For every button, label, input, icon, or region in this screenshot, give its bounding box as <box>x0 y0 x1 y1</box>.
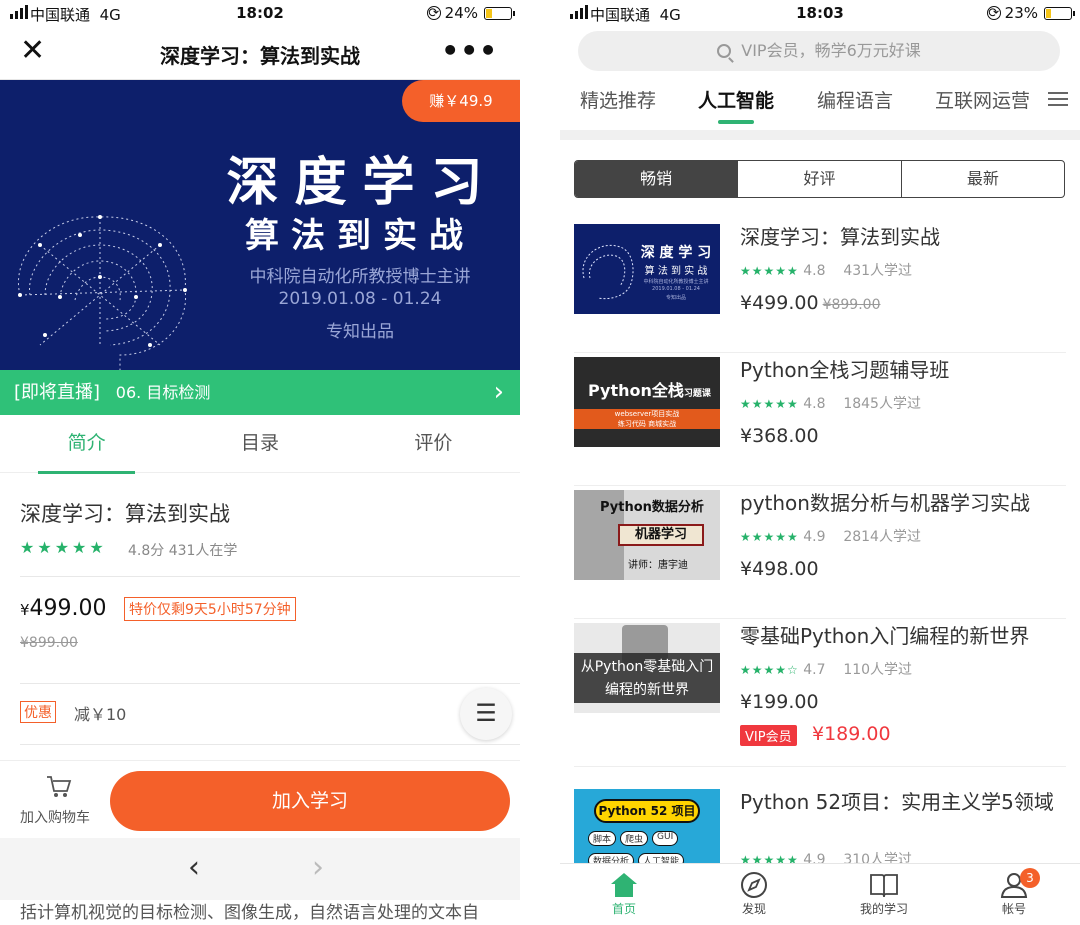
menu-icon[interactable] <box>1048 92 1068 106</box>
notification-badge: 3 <box>1020 868 1040 888</box>
course-price: ¥368.00 <box>740 425 819 447</box>
course-description: 括计算机视觉的目标检测、图像生成，自然语言处理的文本自 <box>20 903 479 923</box>
course-thumbnail: 从Python零基础入门 编程的新世界 <box>574 623 720 713</box>
live-tag: [即将直播] <box>14 382 101 403</box>
course-banner: 赚￥49.9 深度学习 算法到实战 中科院自动化所教授博士主讲 2019.01.… <box>0 80 520 370</box>
tab-home[interactable]: 首页 <box>584 870 664 917</box>
compass-icon <box>714 870 794 900</box>
course-thumbnail: 深 度 学 习 算 法 到 实 战 中科院自动化所教授博士主讲 2019.01.… <box>574 224 720 314</box>
course-rating: ★★★★★ 4.9 2814人学过 <box>740 529 921 545</box>
top-nav: ✕ 深度学习：算法到实战 ••• <box>0 26 520 80</box>
cart-icon <box>46 775 72 805</box>
promo-countdown: 特价仅剩9天5小时57分钟 <box>124 597 296 621</box>
course-thumbnail: Python全栈习题课 webserver项目实战 练习代码 商城实战 <box>574 357 720 447</box>
tab-my-learning[interactable]: 我的学习 <box>844 870 924 917</box>
tab-catalog[interactable]: 目录 <box>173 415 346 472</box>
sort-newest[interactable]: 最新 <box>900 161 1064 197</box>
vip-badge: VIP会员 <box>740 725 797 746</box>
live-lesson-bar[interactable]: [即将直播] 06. 目标检测 › <box>0 370 520 415</box>
brain-circuit-illustration <box>18 215 187 370</box>
search-input[interactable]: VIP会员，畅学6万元好课 <box>578 31 1060 71</box>
course-rating: ★★★★☆ 4.7 110人学过 <box>740 662 913 678</box>
sort-rating[interactable]: 好评 <box>737 161 900 197</box>
home-icon <box>584 870 664 900</box>
tab-reviews[interactable]: 评价 <box>347 415 520 472</box>
course-item[interactable]: 深 度 学 习 算 法 到 实 战 中科院自动化所教授博士主讲 2019.01.… <box>574 220 1066 353</box>
browser-nav-bar: ‹ › <box>0 838 520 900</box>
tab-programming[interactable]: 编程语言 <box>817 86 893 113</box>
course-price: ¥498.00 <box>740 558 819 580</box>
tab-ai[interactable]: 人工智能 <box>698 86 774 124</box>
detail-tabs: 简介 目录 评价 <box>0 415 520 474</box>
course-title: 深度学习：算法到实战 <box>20 502 230 526</box>
brain-circuit-illustration <box>582 244 634 300</box>
category-tabs: 精选推荐 人工智能 编程语言 互联网运营 <box>560 84 1080 130</box>
banner-dates: 2019.01.08 - 01.24 <box>278 289 442 309</box>
book-icon <box>844 870 924 900</box>
sort-bestselling[interactable]: 畅销 <box>575 161 738 197</box>
status-bar: 中国联通 4G 18:02 ⟳ 24% <box>0 0 520 26</box>
rotation-lock-icon: ⟳ <box>986 5 1001 21</box>
back-icon[interactable]: ‹ <box>188 850 200 885</box>
banner-lecturer: 中科院自动化所教授博士主讲 <box>249 267 471 287</box>
course-item[interactable]: Python全栈习题课 webserver项目实战 练习代码 商城实战 Pyth… <box>574 353 1066 486</box>
rating-text: 4.8分 431人在学 <box>128 543 238 559</box>
course-item[interactable]: 从Python零基础入门 编程的新世界 零基础Python入门编程的新世界 ★★… <box>574 619 1066 767</box>
sort-segmented-control: 畅销 好评 最新 <box>574 160 1065 198</box>
user-icon <box>974 870 1054 900</box>
banner-subtitle: 算法到实战 <box>245 216 475 256</box>
rotation-lock-icon: ⟳ <box>426 5 441 21</box>
discount-value[interactable]: 减￥10 <box>74 701 126 725</box>
bottom-action-bar: 加入购物车 加入学习 <box>0 760 520 838</box>
tab-account[interactable]: 帐号 3 <box>974 868 1054 917</box>
course-item[interactable]: Python数据分析 机器学习 讲师：唐宇迪 python数据分析与机器学习实战… <box>574 486 1066 619</box>
bottom-tab-bar: 首页 发现 我的学习 帐号 3 <box>560 863 1080 925</box>
earn-badge[interactable]: 赚￥49.9 <box>402 80 520 122</box>
live-lesson-title: 06. 目标检测 <box>115 383 211 402</box>
course-title: Python全栈习题辅导班 <box>740 358 950 382</box>
tab-intro[interactable]: 简介 <box>0 415 173 474</box>
course-list-screen: 中国联通 4G 18:03 ⟳ 23% VIP会员，畅学6万元好课 精选推荐 人… <box>560 0 1080 925</box>
course-rating: ★★★★★ 4.8 1845人学过 <box>740 396 921 412</box>
course-price: ¥499.00 ¥899.00 <box>740 292 881 314</box>
list-menu-icon[interactable]: ☰ <box>460 688 512 740</box>
battery-percent: 24% <box>444 4 478 22</box>
battery-icon <box>484 6 515 20</box>
more-icon[interactable]: ••• <box>441 34 498 67</box>
vip-price: ¥189.00 <box>812 723 891 745</box>
tab-discover[interactable]: 发现 <box>714 870 794 917</box>
battery-status: ⟳ 24% <box>426 4 515 22</box>
join-study-button[interactable]: 加入学习 <box>110 771 510 831</box>
course-thumbnail: Python数据分析 机器学习 讲师：唐宇迪 <box>574 490 720 580</box>
chevron-right-icon: › <box>493 377 504 407</box>
battery-icon <box>1044 6 1075 20</box>
status-bar: 中国联通 4G 18:03 ⟳ 23% <box>560 0 1080 26</box>
search-icon <box>717 44 732 58</box>
original-price: ¥899.00 <box>20 635 78 651</box>
discount-tag: 优惠 <box>20 701 56 723</box>
rating-stars: ★★★★★ <box>20 538 107 557</box>
course-title: python数据分析与机器学习实战 <box>740 491 1030 515</box>
course-price: ¥199.00 <box>740 691 819 713</box>
tab-featured[interactable]: 精选推荐 <box>580 86 656 113</box>
course-title: 深度学习：算法到实战 <box>740 225 940 249</box>
course-detail-screen: 中国联通 4G 18:02 ⟳ 24% ✕ 深度学习：算法到实战 ••• 赚￥4… <box>0 0 520 925</box>
banner-title: 深度学习 <box>226 153 499 213</box>
course-price: ¥499.00 <box>20 596 107 621</box>
course-title: Python 52项目：实用主义学5领域 <box>740 790 1054 814</box>
course-rating: ★★★★★ 4.8 431人学过 <box>740 263 913 279</box>
tab-internet-ops[interactable]: 互联网运营 <box>935 86 1030 113</box>
banner-producer: 专知出品 <box>326 322 394 342</box>
battery-percent: 23% <box>1004 4 1038 22</box>
battery-status: ⟳ 23% <box>986 4 1075 22</box>
forward-icon[interactable]: › <box>312 850 324 885</box>
course-title: 零基础Python入门编程的新世界 <box>740 624 1030 648</box>
cart-label: 加入购物车 <box>20 810 90 826</box>
